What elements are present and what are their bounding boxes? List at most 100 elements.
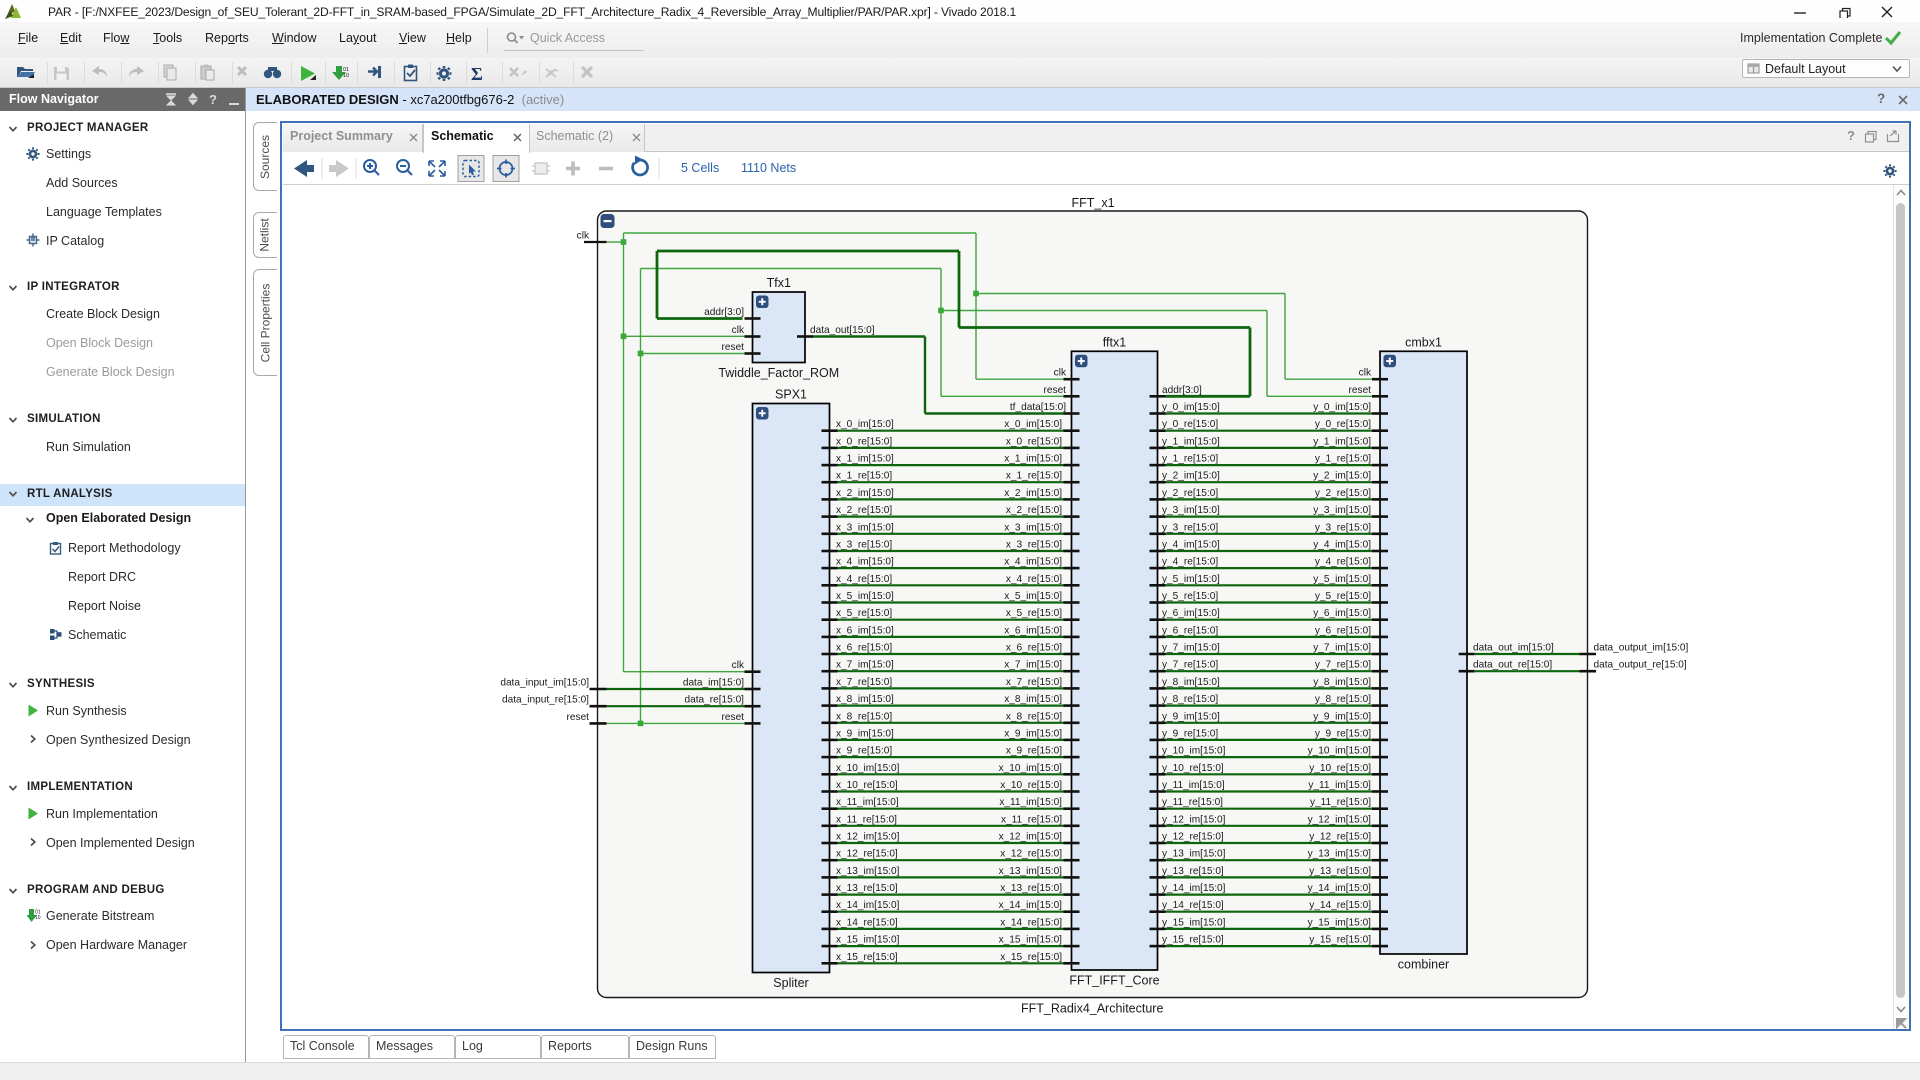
svg-text:FFT_x1: FFT_x1: [1071, 196, 1114, 210]
svg-text:y_8_re[15:0]: y_8_re[15:0]: [1315, 694, 1371, 705]
svg-text:data_input_re[15:0]: data_input_re[15:0]: [502, 694, 589, 705]
svg-text:fftx1: fftx1: [1103, 335, 1126, 349]
svg-text:x_12_im[15:0]: x_12_im[15:0]: [999, 831, 1063, 842]
svg-text:y_10_im[15:0]: y_10_im[15:0]: [1162, 745, 1226, 756]
svg-text:addr[3:0]: addr[3:0]: [704, 307, 744, 318]
svg-text:x_9_im[15:0]: x_9_im[15:0]: [1004, 728, 1062, 739]
svg-text:combiner: combiner: [1398, 957, 1449, 971]
svg-text:data_out_re[15:0]: data_out_re[15:0]: [1473, 659, 1552, 670]
svg-text:cmbx1: cmbx1: [1405, 335, 1442, 349]
svg-text:x_11_im[15:0]: x_11_im[15:0]: [999, 797, 1062, 808]
svg-text:x_15_re[15:0]: x_15_re[15:0]: [836, 951, 898, 962]
svg-text:y_14_im[15:0]: y_14_im[15:0]: [1308, 883, 1372, 894]
svg-text:x_8_re[15:0]: x_8_re[15:0]: [1006, 711, 1062, 722]
svg-text:reset: reset: [722, 711, 745, 722]
svg-text:x_7_re[15:0]: x_7_re[15:0]: [1006, 676, 1062, 687]
svg-text:reset: reset: [1044, 384, 1067, 395]
svg-text:x_14_im[15:0]: x_14_im[15:0]: [999, 900, 1063, 911]
svg-text:y_1_im[15:0]: y_1_im[15:0]: [1313, 436, 1371, 447]
svg-text:x_1_im[15:0]: x_1_im[15:0]: [836, 453, 894, 464]
svg-text:y_8_im[15:0]: y_8_im[15:0]: [1313, 676, 1371, 687]
svg-text:x_3_im[15:0]: x_3_im[15:0]: [836, 522, 894, 533]
svg-text:y_3_im[15:0]: y_3_im[15:0]: [1313, 505, 1371, 516]
svg-text:x_5_im[15:0]: x_5_im[15:0]: [836, 591, 894, 602]
svg-text:x_10_re[15:0]: x_10_re[15:0]: [1000, 780, 1062, 791]
svg-text:addr[3:0]: addr[3:0]: [1162, 384, 1202, 395]
svg-text:y_9_im[15:0]: y_9_im[15:0]: [1313, 711, 1371, 722]
svg-text:x_1_re[15:0]: x_1_re[15:0]: [1006, 470, 1062, 481]
svg-text:y_7_im[15:0]: y_7_im[15:0]: [1313, 642, 1371, 653]
svg-text:x_5_re[15:0]: x_5_re[15:0]: [836, 608, 892, 619]
svg-text:clk: clk: [577, 230, 590, 241]
svg-text:y_2_re[15:0]: y_2_re[15:0]: [1162, 487, 1218, 498]
svg-text:clk: clk: [732, 325, 745, 336]
svg-text:y_15_im[15:0]: y_15_im[15:0]: [1162, 917, 1226, 928]
svg-text:y_1_re[15:0]: y_1_re[15:0]: [1315, 453, 1371, 464]
svg-text:x_6_im[15:0]: x_6_im[15:0]: [1004, 625, 1062, 636]
svg-text:y_0_im[15:0]: y_0_im[15:0]: [1162, 402, 1220, 413]
svg-text:reset: reset: [1349, 384, 1372, 395]
svg-text:y_9_im[15:0]: y_9_im[15:0]: [1162, 711, 1220, 722]
svg-text:?: ?: [209, 92, 217, 106]
svg-text:y_11_im[15:0]: y_11_im[15:0]: [1308, 780, 1371, 791]
svg-text:x_10_re[15:0]: x_10_re[15:0]: [836, 780, 898, 791]
svg-text:x_9_re[15:0]: x_9_re[15:0]: [836, 745, 892, 756]
svg-text:y_8_im[15:0]: y_8_im[15:0]: [1162, 676, 1220, 687]
svg-text:x_0_re[15:0]: x_0_re[15:0]: [1006, 436, 1062, 447]
svg-text:reset: reset: [567, 711, 590, 722]
svg-text:x_4_re[15:0]: x_4_re[15:0]: [836, 573, 892, 584]
svg-text:y_11_im[15:0]: y_11_im[15:0]: [1162, 780, 1225, 791]
svg-text:data_output_im[15:0]: data_output_im[15:0]: [1594, 642, 1689, 653]
svg-text:x_11_re[15:0]: x_11_re[15:0]: [836, 814, 897, 825]
svg-text:y_13_im[15:0]: y_13_im[15:0]: [1162, 848, 1226, 859]
svg-text:y_15_im[15:0]: y_15_im[15:0]: [1308, 917, 1372, 928]
svg-text:y_2_re[15:0]: y_2_re[15:0]: [1315, 487, 1371, 498]
svg-text:clk: clk: [1359, 367, 1372, 378]
svg-text:x_15_im[15:0]: x_15_im[15:0]: [836, 934, 900, 945]
svg-text:FFT_IFFT_Core: FFT_IFFT_Core: [1069, 973, 1159, 987]
svg-text:x_12_re[15:0]: x_12_re[15:0]: [1000, 848, 1062, 859]
svg-text:x_8_im[15:0]: x_8_im[15:0]: [1004, 694, 1062, 705]
svg-text:y_3_re[15:0]: y_3_re[15:0]: [1315, 522, 1371, 533]
svg-text:x_0_im[15:0]: x_0_im[15:0]: [1004, 419, 1062, 430]
svg-text:x_13_re[15:0]: x_13_re[15:0]: [1000, 883, 1062, 894]
svg-text:y_0_re[15:0]: y_0_re[15:0]: [1162, 419, 1218, 430]
svg-text:y_15_re[15:0]: y_15_re[15:0]: [1162, 934, 1224, 945]
svg-text:x_9_re[15:0]: x_9_re[15:0]: [1006, 745, 1062, 756]
svg-text:y_1_re[15:0]: y_1_re[15:0]: [1162, 453, 1218, 464]
svg-text:x_5_im[15:0]: x_5_im[15:0]: [1004, 591, 1062, 602]
svg-text:x_3_im[15:0]: x_3_im[15:0]: [1004, 522, 1062, 533]
svg-text:y_0_re[15:0]: y_0_re[15:0]: [1315, 419, 1371, 430]
svg-text:data_im[15:0]: data_im[15:0]: [683, 677, 744, 688]
svg-text:data_re[15:0]: data_re[15:0]: [685, 694, 745, 705]
svg-text:y_6_im[15:0]: y_6_im[15:0]: [1162, 608, 1220, 619]
svg-text:y_13_re[15:0]: y_13_re[15:0]: [1162, 865, 1224, 876]
svg-text:y_4_im[15:0]: y_4_im[15:0]: [1313, 539, 1371, 550]
svg-text:y_9_re[15:0]: y_9_re[15:0]: [1315, 728, 1371, 739]
svg-text:y_4_re[15:0]: y_4_re[15:0]: [1315, 556, 1371, 567]
svg-text:y_7_re[15:0]: y_7_re[15:0]: [1315, 659, 1371, 670]
svg-text:x_8_re[15:0]: x_8_re[15:0]: [836, 711, 892, 722]
svg-text:x_0_im[15:0]: x_0_im[15:0]: [836, 419, 894, 430]
svg-text:y_3_im[15:0]: y_3_im[15:0]: [1162, 505, 1220, 516]
svg-text:y_13_im[15:0]: y_13_im[15:0]: [1308, 848, 1372, 859]
svg-text:y_2_im[15:0]: y_2_im[15:0]: [1313, 470, 1371, 481]
svg-text:y_14_re[15:0]: y_14_re[15:0]: [1309, 900, 1371, 911]
svg-text:x_2_im[15:0]: x_2_im[15:0]: [836, 487, 894, 498]
svg-text:x_10_im[15:0]: x_10_im[15:0]: [999, 762, 1063, 773]
svg-text:x_0_re[15:0]: x_0_re[15:0]: [836, 436, 892, 447]
svg-text:x_7_im[15:0]: x_7_im[15:0]: [1004, 659, 1062, 670]
svg-text:x_10_im[15:0]: x_10_im[15:0]: [836, 762, 900, 773]
svg-text:x_12_im[15:0]: x_12_im[15:0]: [836, 831, 900, 842]
svg-text:y_10_re[15:0]: y_10_re[15:0]: [1309, 762, 1371, 773]
svg-text:x_1_re[15:0]: x_1_re[15:0]: [836, 470, 892, 481]
svg-text:x_14_im[15:0]: x_14_im[15:0]: [836, 900, 900, 911]
svg-text:y_12_re[15:0]: y_12_re[15:0]: [1309, 831, 1371, 842]
svg-text:y_15_re[15:0]: y_15_re[15:0]: [1309, 934, 1371, 945]
svg-text:x_7_re[15:0]: x_7_re[15:0]: [836, 676, 892, 687]
svg-text:x_5_re[15:0]: x_5_re[15:0]: [1006, 608, 1062, 619]
svg-text:y_1_im[15:0]: y_1_im[15:0]: [1162, 436, 1220, 447]
svg-text:data_out[15:0]: data_out[15:0]: [810, 325, 875, 336]
svg-text:y_6_re[15:0]: y_6_re[15:0]: [1315, 625, 1371, 636]
svg-text:Σ: Σ: [471, 64, 483, 83]
